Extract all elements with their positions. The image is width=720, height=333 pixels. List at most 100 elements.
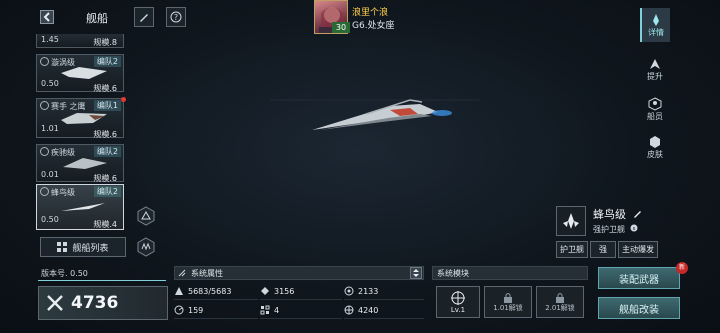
- back-arrow-icon: [40, 10, 54, 24]
- crosshair-icon: [451, 291, 465, 305]
- help-button[interactable]: ?: [166, 7, 186, 27]
- ship-card-3[interactable]: 赛手 之鹰 编队1 1.01 规模.6: [36, 97, 126, 139]
- player-level: 30: [332, 22, 350, 33]
- module-slot-3[interactable]: 2.01解锁: [536, 286, 584, 318]
- ship-list-button[interactable]: 舰船列表: [40, 237, 126, 257]
- crew-icon: [648, 96, 662, 111]
- ship-tag: 主动爆发: [618, 241, 658, 258]
- ship-class-icon: [40, 57, 49, 66]
- ship-model-icon: [61, 67, 107, 79]
- ship-rank: 规模.6: [93, 130, 117, 139]
- skin-icon: [650, 135, 660, 148]
- attribute-value: 4240: [358, 305, 379, 315]
- modules-title: 系统模块: [437, 269, 469, 278]
- attribute-value: 159: [188, 305, 204, 315]
- attribute-grid: 4: [260, 302, 342, 319]
- ship-list-label: 舰船列表: [72, 243, 109, 254]
- ship-refit-button[interactable]: 舰船改装: [598, 297, 680, 319]
- sort-button[interactable]: [136, 237, 156, 257]
- ship-model-view[interactable]: [270, 92, 480, 152]
- system-modules-panel: 系统模块 Lv.1 1.01解锁 2.01解锁: [432, 266, 588, 322]
- ship-refit-label: 舰船改装: [619, 304, 659, 316]
- ship-name-text: 蜂鸟级: [593, 208, 626, 221]
- tab-label: 皮肤: [647, 149, 663, 159]
- page-title: 舰船: [86, 12, 108, 25]
- attribute-hull: 5683/5683: [174, 283, 258, 300]
- ship-card-1[interactable]: 1.45 规模.8: [36, 34, 124, 48]
- ship-class-icon: [40, 101, 49, 110]
- module-slot-2[interactable]: 1.01解锁: [484, 286, 532, 318]
- crew-icon: [261, 287, 269, 295]
- attributes-sort-button[interactable]: [410, 267, 422, 279]
- tab-upgrade[interactable]: 提升: [640, 52, 670, 86]
- ship-model-icon: [63, 158, 107, 169]
- pencil-icon: [140, 14, 148, 22]
- ship-rank: 规模.6: [93, 174, 117, 183]
- detail-icon: [653, 13, 659, 26]
- version-label: 版本号. 0.50: [38, 267, 166, 281]
- attribute-shield: 2133: [344, 283, 424, 300]
- ship-class-icon: [40, 187, 49, 196]
- ship-card-5[interactable]: 蜂鸟级 编队2 0.50 规模.4: [36, 184, 124, 230]
- lock-icon: [504, 292, 512, 303]
- combat-power: 4736: [38, 286, 168, 320]
- module-label: Lv.1: [450, 306, 466, 314]
- ship-name: 蜂鸟级: [51, 188, 75, 197]
- combat-power-value: 4736: [71, 293, 119, 313]
- grid-icon: [260, 305, 270, 315]
- ship-class-badge: [556, 206, 586, 236]
- attributes-header: 系统属性: [174, 266, 424, 280]
- target-icon: [344, 305, 354, 315]
- ship-tags: 护卫舰 强 主动爆发: [556, 241, 658, 258]
- filter-button[interactable]: [136, 206, 156, 226]
- attribute-target: 4240: [344, 302, 424, 319]
- equip-weapon-label: 装配武器: [619, 274, 659, 286]
- module-label: 1.01解锁: [493, 303, 523, 312]
- ship-card-4[interactable]: 疾驰级 编队2 0.01 规模.6: [36, 144, 124, 183]
- ship-value: 0.01: [41, 170, 59, 179]
- modules-header: 系统模块: [432, 266, 588, 280]
- tab-detail[interactable]: 详情: [640, 8, 670, 42]
- svg-text:?: ?: [174, 13, 178, 22]
- attributes-title: 系统属性: [191, 269, 223, 278]
- equip-weapon-button[interactable]: 装配武器: [598, 267, 680, 289]
- ship-model-icon: [61, 113, 107, 124]
- ship-value: 0.50: [41, 79, 59, 88]
- rename-pencil-icon[interactable]: [633, 209, 642, 218]
- ship-class-icon: [40, 147, 49, 156]
- ship-type-text: 强护卫舰: [593, 225, 625, 234]
- ship-value: 0.50: [41, 215, 59, 224]
- hexagon-sort-icon: [137, 237, 155, 257]
- module-slot-1[interactable]: Lv.1: [436, 286, 480, 318]
- ship-value: 1.01: [41, 124, 59, 133]
- tab-skin[interactable]: 皮肤: [640, 130, 670, 164]
- ship-value: 1.45: [41, 35, 59, 44]
- ship-type: 强护卫舰: [593, 224, 638, 235]
- ship-model-icon: [61, 203, 105, 211]
- sort-arrows-icon: [413, 269, 419, 277]
- edit-button[interactable]: [134, 7, 154, 27]
- attribute-list-icon: [178, 269, 186, 277]
- shield-icon: [344, 286, 354, 296]
- hexagon-filter-icon: [137, 206, 155, 226]
- ship-card-2[interactable]: 漩涡级 编队2 0.50 规模.6: [36, 54, 124, 93]
- system-attributes-panel: 系统属性 5683/5683 3156 2133 159 4 4240: [174, 266, 424, 322]
- ship-3d-model-icon: [270, 99, 480, 130]
- attribute-value: 4: [274, 305, 280, 315]
- player-name: 浪里个浪: [352, 8, 389, 18]
- crossed-swords-icon: [47, 295, 63, 311]
- player-location: G6.处女座: [352, 21, 395, 31]
- ship-tag: 护卫舰: [556, 241, 588, 258]
- attribute-speed: 159: [174, 302, 258, 319]
- tab-label: 提升: [647, 71, 663, 81]
- attribute-value: 2133: [358, 286, 379, 296]
- ship-class-name: 蜂鸟级: [593, 206, 642, 222]
- grid-icon: [57, 242, 68, 252]
- info-icon[interactable]: [630, 224, 638, 232]
- ship-tag: 强: [590, 241, 616, 258]
- new-badge: 新: [676, 262, 688, 274]
- tab-crew[interactable]: 船员: [640, 92, 670, 126]
- upgrade-icon: [650, 58, 660, 69]
- attribute-crew: 3156: [260, 283, 342, 300]
- back-button[interactable]: [36, 8, 58, 26]
